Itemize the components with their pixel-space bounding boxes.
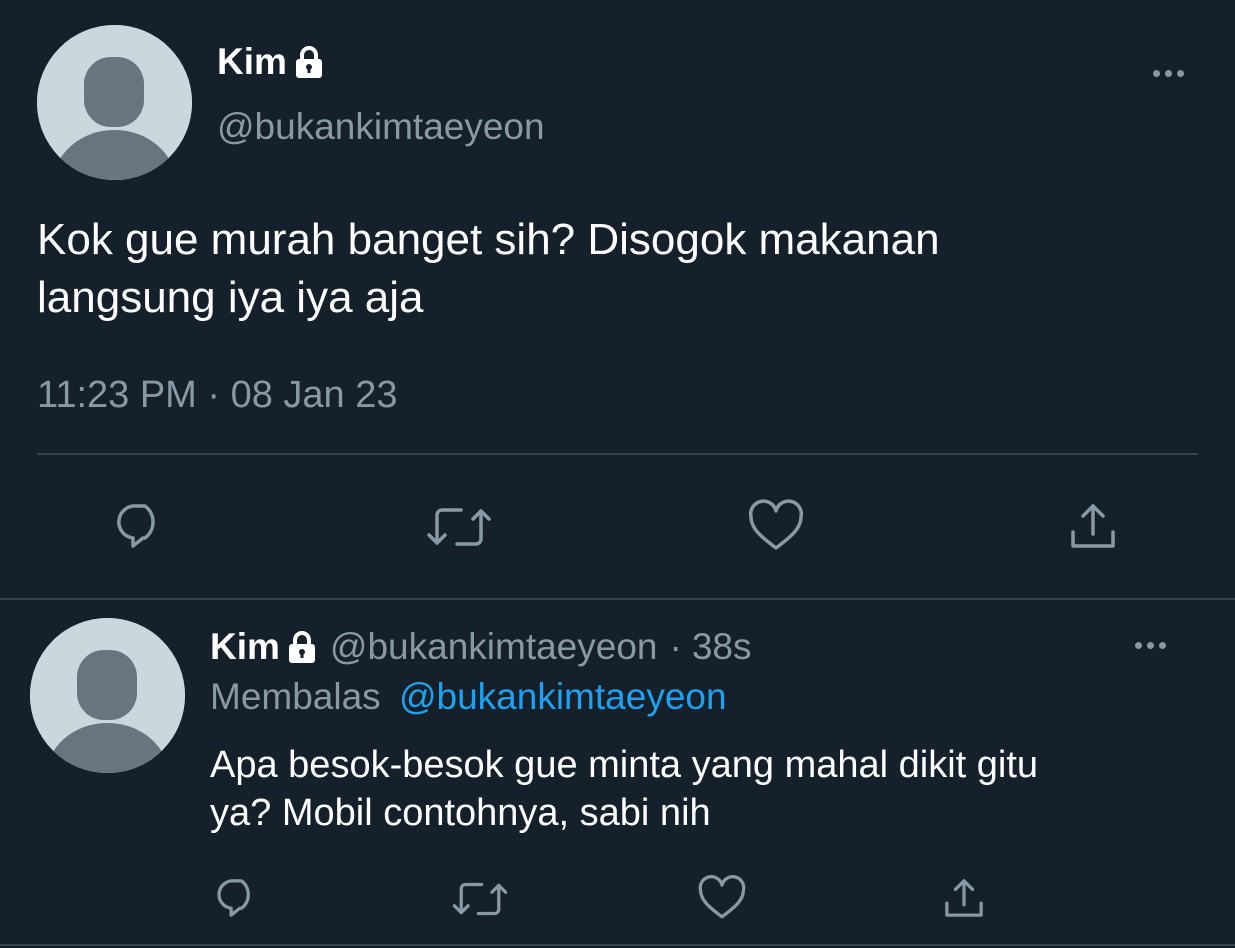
tweet-text-line1: Kok gue murah banget sih? Disogok makana… bbox=[37, 215, 940, 264]
retweet-icon bbox=[452, 882, 508, 916]
section-divider bbox=[0, 598, 1235, 600]
reply-icon bbox=[217, 879, 250, 917]
tweet-text-line2: langsung iya iya aja bbox=[37, 273, 424, 322]
default-avatar-icon bbox=[37, 25, 192, 180]
reply-header: Kim @bukankimtaeyeon · 38s bbox=[210, 624, 751, 670]
display-name-text: Kim bbox=[210, 626, 280, 667]
retweet-button[interactable] bbox=[450, 874, 510, 924]
more-options-icon[interactable] bbox=[1135, 642, 1166, 649]
retweet-button[interactable] bbox=[425, 497, 493, 557]
like-icon bbox=[748, 499, 804, 550]
share-icon bbox=[945, 879, 983, 917]
bottom-divider bbox=[0, 944, 1235, 946]
handle[interactable]: @bukankimtaeyeon bbox=[217, 106, 545, 148]
lock-icon bbox=[295, 46, 322, 78]
share-button[interactable] bbox=[938, 872, 990, 924]
replying-to-handle[interactable]: @bukankimtaeyeon bbox=[399, 676, 727, 717]
avatar[interactable] bbox=[37, 25, 192, 180]
reply-text-line2: ya? Mobil contohnya, sabi nih bbox=[210, 792, 711, 834]
reply-text-line1: Apa besok-besok gue minta yang mahal dik… bbox=[210, 744, 1039, 786]
reply-button[interactable] bbox=[110, 495, 172, 557]
timestamp[interactable]: 11:23 PM · 08 Jan 23 bbox=[37, 374, 398, 417]
default-avatar-icon bbox=[30, 618, 185, 773]
avatar[interactable] bbox=[30, 618, 185, 773]
display-name[interactable]: Kim bbox=[210, 626, 318, 668]
separator-dot: · bbox=[669, 626, 682, 667]
replying-to: Membalas @bukankimtaeyeon bbox=[210, 676, 727, 718]
like-button[interactable] bbox=[695, 872, 749, 924]
retweet-icon bbox=[427, 508, 491, 546]
reply-button[interactable] bbox=[212, 872, 264, 924]
time-ago[interactable]: 38s bbox=[692, 626, 752, 668]
display-name-text: Kim bbox=[217, 41, 287, 82]
handle[interactable]: @bukankimtaeyeon bbox=[330, 626, 658, 668]
share-icon bbox=[1071, 504, 1115, 548]
share-button[interactable] bbox=[1062, 495, 1124, 557]
divider bbox=[37, 453, 1198, 455]
lock-icon bbox=[288, 631, 315, 663]
like-button[interactable] bbox=[744, 495, 808, 557]
replying-label: Membalas bbox=[210, 676, 381, 717]
like-icon bbox=[698, 875, 746, 919]
more-options-icon[interactable] bbox=[1153, 70, 1184, 77]
display-name[interactable]: Kim bbox=[217, 40, 325, 84]
reply-icon bbox=[117, 504, 155, 548]
